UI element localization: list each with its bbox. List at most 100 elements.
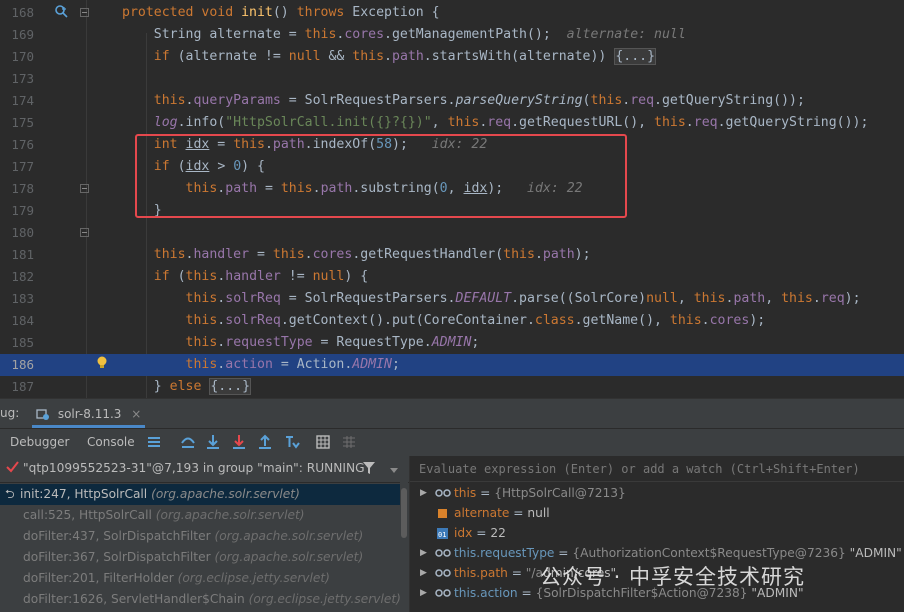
line-number[interactable]: 181 xyxy=(0,244,34,266)
code-text: this. solrReq.getContext().put(CoreContai… xyxy=(122,310,766,332)
evaluate-expression-input[interactable]: Evaluate expression (Enter) or add a wat… xyxy=(410,456,904,482)
code-line[interactable]: 187 } else {...} xyxy=(0,376,904,398)
code-token: String alternate = xyxy=(122,27,305,42)
thread-selector[interactable]: "qtp1099552523-31"@7,193 in group "main"… xyxy=(0,456,409,483)
filter-icon[interactable] xyxy=(362,461,376,478)
line-number[interactable]: 176 xyxy=(0,134,34,156)
folded-code[interactable]: {...} xyxy=(209,378,252,395)
variable-value: 22 xyxy=(490,526,506,540)
code-text: String alternate = this.cores.getManagem… xyxy=(122,24,686,46)
code-line[interactable]: 173 xyxy=(0,68,904,90)
frames-scrollbar[interactable] xyxy=(400,482,408,612)
line-number[interactable]: 174 xyxy=(0,90,34,112)
code-line[interactable]: 175 log.info("HttpSolrCall.init({}?{})",… xyxy=(0,112,904,134)
code-text: this. solrReq = SolrRequestParsers.DEFAUL… xyxy=(122,288,861,310)
expand-arrow-icon[interactable]: ▶ xyxy=(420,583,427,603)
code-line[interactable]: 181 this.handler = this.cores.getRequest… xyxy=(0,244,904,266)
line-number[interactable]: 173 xyxy=(0,68,34,90)
line-number[interactable]: 185 xyxy=(0,332,34,354)
code-line[interactable]: 168 protected void init() throws Exceptio… xyxy=(0,2,904,24)
variable-row[interactable]: 01 idx = 22 xyxy=(410,523,904,543)
stack-frame[interactable]: doFilter:201, FilterHolder (org.eclipse.… xyxy=(0,568,400,589)
equals-sign: = xyxy=(554,546,573,560)
code-token: init xyxy=(241,5,273,20)
line-number[interactable]: 182 xyxy=(0,266,34,288)
code-token: ADMIN xyxy=(431,335,472,350)
code-line[interactable]: 182 if (this.handler != null) { xyxy=(0,266,904,288)
step-over-icon[interactable] xyxy=(180,433,196,451)
fold-marker-icon[interactable] xyxy=(80,228,89,237)
variable-name: idx xyxy=(454,526,473,540)
evaluate-grid-icon[interactable] xyxy=(316,433,330,451)
code-token: . xyxy=(701,313,710,328)
line-number[interactable]: 187 xyxy=(0,376,34,398)
code-token: req xyxy=(693,115,718,130)
force-step-into-icon[interactable] xyxy=(232,433,246,451)
code-line[interactable]: 180 xyxy=(0,222,904,244)
expand-arrow-icon[interactable]: ▶ xyxy=(420,543,427,563)
code-line[interactable]: 184 this. solrReq.getContext().put(CoreCo… xyxy=(0,310,904,332)
variable-row[interactable]: ▶ this = {HttpSolrCall@7213} xyxy=(410,483,904,503)
code-token: if xyxy=(153,269,178,284)
fold-marker-icon[interactable] xyxy=(80,8,89,17)
chevron-down-icon[interactable] xyxy=(389,464,399,478)
folded-code[interactable]: {...} xyxy=(614,48,657,65)
line-number[interactable]: 180 xyxy=(0,222,34,244)
variable-text: alternate = null xyxy=(454,503,550,523)
code-line[interactable]: 170 if (alternate != null && this.path.s… xyxy=(0,46,904,68)
code-editor[interactable]: 168 protected void init() throws Exceptio… xyxy=(0,0,904,398)
tab-debugger[interactable]: Debugger xyxy=(10,435,69,449)
method-breakpoint-icon[interactable] xyxy=(54,4,70,26)
code-token: this xyxy=(272,247,305,262)
highlight-box xyxy=(135,134,627,218)
variable-value: null xyxy=(527,506,550,520)
code-line[interactable]: 169 String alternate = this.cores.getMan… xyxy=(0,24,904,46)
code-line[interactable]: 186 this.action = Action.ADMIN; xyxy=(0,354,904,376)
line-number[interactable]: 170 xyxy=(0,46,34,68)
code-token: } xyxy=(122,379,170,394)
step-out-icon[interactable] xyxy=(258,433,272,451)
code-token: protected void xyxy=(122,5,242,20)
close-icon[interactable]: × xyxy=(131,407,141,421)
stack-frame[interactable]: doFilter:1626, ServletHandler$Chain (org… xyxy=(0,589,400,610)
variable-row[interactable]: ▶ this.requestType = {AuthorizationContex… xyxy=(410,543,904,563)
fold-marker-icon[interactable] xyxy=(80,184,89,193)
menu-lines-icon[interactable] xyxy=(147,433,161,451)
line-number[interactable]: 175 xyxy=(0,112,34,134)
trace-icon[interactable] xyxy=(342,433,356,451)
expand-arrow-icon[interactable]: ▶ xyxy=(420,563,427,583)
code-text: this.action = Action.ADMIN; xyxy=(122,354,400,376)
expand-arrow-icon[interactable]: ▶ xyxy=(420,483,427,503)
code-line[interactable]: 185 this.requestType = RequestType.ADMIN… xyxy=(0,332,904,354)
code-token: . xyxy=(304,247,313,262)
stack-frame[interactable]: ⮌ init:247, HttpSolrCall (org.apache.solr… xyxy=(0,484,400,505)
tab-console[interactable]: Console xyxy=(87,435,135,449)
code-token: DEFAULT xyxy=(455,291,512,306)
stack-frame[interactable]: doFilter:367, SolrDispatchFilter (org.ap… xyxy=(0,547,400,568)
code-line[interactable]: 174 this.queryParams = SolrRequestParser… xyxy=(0,90,904,112)
equals-sign: = xyxy=(476,486,495,500)
line-number[interactable]: 184 xyxy=(0,310,34,332)
session-tab[interactable]: solr-8.11.3 × xyxy=(32,403,146,428)
variable-row[interactable]: alternate = null xyxy=(410,503,904,523)
stack-frame[interactable]: call:525, HttpSolrCall (org.apache.solr.… xyxy=(0,505,400,526)
code-token: this xyxy=(781,291,813,306)
scrollbar-thumb[interactable] xyxy=(401,488,407,538)
code-token: solrReq xyxy=(225,291,281,306)
stack-frame[interactable]: doFilter:437, SolrDispatchFilter (org.ap… xyxy=(0,526,400,547)
line-number[interactable]: 183 xyxy=(0,288,34,310)
step-into-icon[interactable] xyxy=(206,433,220,451)
run-to-cursor-icon[interactable] xyxy=(284,433,300,451)
line-number[interactable]: 177 xyxy=(0,156,34,178)
line-number[interactable]: 186 xyxy=(0,354,34,376)
line-number[interactable]: 179 xyxy=(0,200,34,222)
code-token: else xyxy=(169,379,210,394)
line-number[interactable]: 169 xyxy=(0,24,34,46)
variable-name: this.requestType xyxy=(454,546,555,560)
code-token: path xyxy=(542,247,575,262)
line-number[interactable]: 168 xyxy=(0,2,34,24)
code-line[interactable]: 183 this. solrReq = SolrRequestParsers.DE… xyxy=(0,288,904,310)
lightbulb-icon[interactable] xyxy=(96,355,108,377)
line-number[interactable]: 178 xyxy=(0,178,34,200)
